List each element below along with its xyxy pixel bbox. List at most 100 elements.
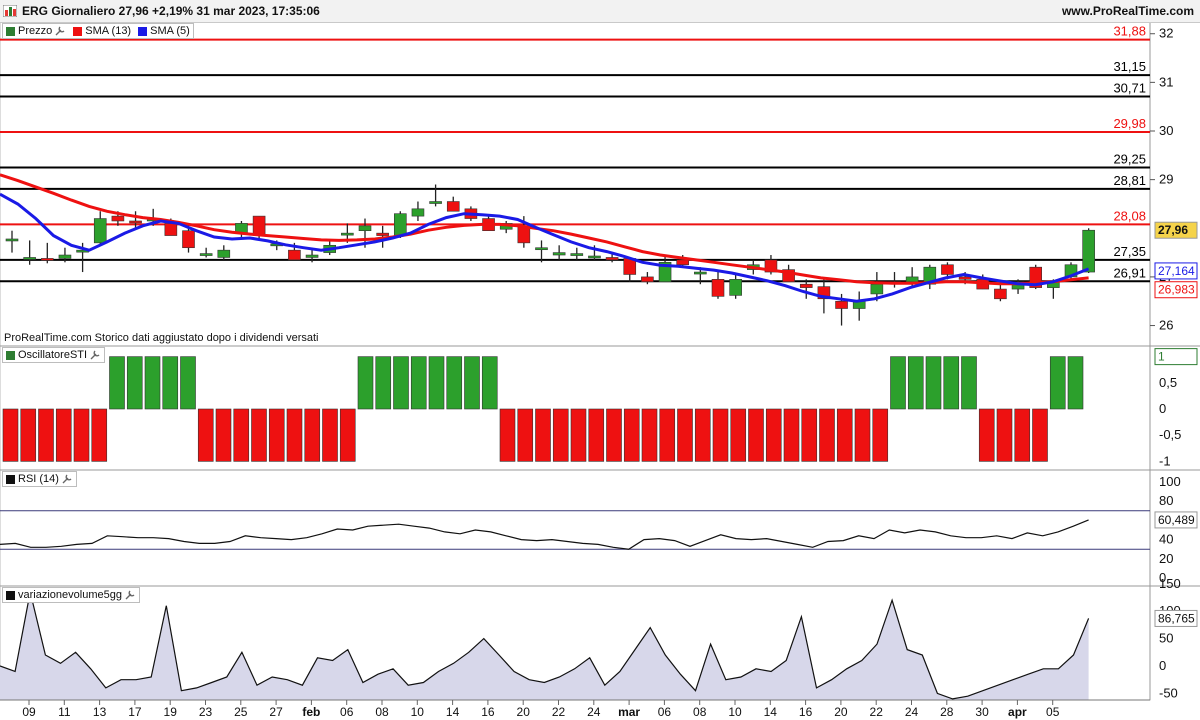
sma5-legend-label: SMA (5) <box>150 25 190 37</box>
x-tick-label: 14 <box>446 705 460 719</box>
candle-body <box>570 253 584 256</box>
volume-legend-swatch <box>6 590 15 600</box>
x-tick-label: 05 <box>1046 705 1060 719</box>
level-label: 26,91 <box>1113 265 1146 280</box>
rsi-legend[interactable]: RSI (14) <box>2 471 77 487</box>
sti-bar <box>322 408 338 462</box>
candle-body <box>376 232 389 236</box>
sti-bar <box>428 356 445 410</box>
candle-body <box>393 213 407 236</box>
y-tick-label: 30 <box>1159 123 1173 138</box>
sti-legend-swatch <box>6 350 15 360</box>
volume-legend[interactable]: variazionevolume5gg <box>2 587 140 603</box>
sti-bar <box>251 408 267 462</box>
candle-body <box>588 255 601 259</box>
sti-tick-label: 0 <box>1159 401 1166 416</box>
sti-bar <box>91 408 108 462</box>
sti-bar <box>978 408 995 462</box>
volume-value-label: 86,765 <box>1158 611 1195 625</box>
level-label: 31,88 <box>1113 24 1146 39</box>
candle-body <box>40 258 54 261</box>
x-tick-label: 17 <box>128 705 142 719</box>
sti-bar <box>499 408 516 462</box>
sti-bar <box>286 408 303 462</box>
candle-body <box>111 215 125 222</box>
candle-body <box>552 252 566 256</box>
y-tick-label: 31 <box>1159 74 1173 89</box>
sti-bar <box>375 356 392 410</box>
sti-bar <box>943 356 960 410</box>
chart-logo-icon <box>3 5 17 17</box>
candle-body <box>799 283 813 288</box>
candle-body <box>994 288 1007 300</box>
sti-bar <box>464 356 480 410</box>
sti-bar <box>109 356 125 410</box>
sti-bar <box>393 356 409 410</box>
chart-title: ERG Giornaliero 27,96 +2,19% 31 mar 2023… <box>22 4 320 18</box>
sma5-legend-swatch <box>138 26 148 36</box>
volume-legend-label: variazionevolume5gg <box>18 589 122 601</box>
x-tick-label: 10 <box>728 705 742 719</box>
sti-bar <box>712 408 729 462</box>
site-link[interactable]: www.ProRealTime.com <box>1062 4 1194 18</box>
sti-bar <box>1014 408 1031 462</box>
wrench-icon[interactable] <box>124 589 136 601</box>
x-tick-label: 28 <box>940 705 954 719</box>
sti-bar <box>2 408 19 462</box>
volume-tick-label: 0 <box>1159 658 1166 673</box>
candle-body <box>835 300 848 309</box>
candle-body <box>694 271 707 275</box>
sti-bar <box>872 408 889 462</box>
candle-body <box>729 279 742 296</box>
sti-bar <box>961 356 977 410</box>
sti-bar <box>38 408 54 462</box>
x-tick-label: feb <box>302 705 320 719</box>
candle-body <box>341 232 354 236</box>
sti-tick-label: -1 <box>1159 453 1171 468</box>
sti-bar <box>197 408 214 462</box>
x-tick-label: 22 <box>870 705 884 719</box>
volume-tick-label: -50 <box>1159 685 1178 700</box>
sti-bar <box>694 408 711 462</box>
sti-bar <box>819 408 835 462</box>
candle-body <box>93 218 107 244</box>
price-legend[interactable]: Prezzo SMA (13) SMA (5) <box>2 23 194 39</box>
wrench-icon[interactable] <box>54 25 66 37</box>
sti-bar <box>304 408 321 462</box>
rsi-tick-label: 100 <box>1159 474 1181 489</box>
candle-body <box>305 254 319 258</box>
sma13-legend-swatch <box>73 26 83 36</box>
sti-bar <box>854 408 871 462</box>
candle-body <box>429 201 442 204</box>
x-tick-label: 19 <box>164 705 178 719</box>
level-label: 28,08 <box>1113 208 1146 223</box>
rsi-value-label: 60,489 <box>1158 513 1195 527</box>
wrench-icon[interactable] <box>61 473 73 485</box>
candle-body <box>23 257 36 260</box>
level-label: 29,25 <box>1113 151 1146 166</box>
level-label: 29,98 <box>1113 116 1146 131</box>
sti-bar <box>801 408 818 462</box>
candle-body <box>958 276 972 280</box>
sti-bar <box>836 408 853 462</box>
sti-bar <box>783 408 800 462</box>
sti-bar <box>180 356 196 410</box>
sti-legend[interactable]: OscillatoreSTI <box>2 347 106 363</box>
top-bar: ERG Giornaliero 27,96 +2,19% 31 mar 2023… <box>0 0 1200 23</box>
sti-bar <box>588 408 605 462</box>
sti-bar <box>55 408 72 462</box>
sti-bar <box>410 356 427 410</box>
sti-bar <box>215 408 232 462</box>
x-tick-label: 16 <box>481 705 495 719</box>
sti-bar <box>623 408 640 462</box>
sti-bar <box>144 356 161 410</box>
candle-body <box>905 276 919 283</box>
wrench-icon[interactable] <box>89 349 101 361</box>
candle-body <box>5 238 19 242</box>
sti-bar <box>606 408 622 462</box>
x-tick-label: 20 <box>517 705 531 719</box>
x-tick-label: 11 <box>58 705 71 719</box>
candle-body <box>605 257 619 261</box>
volume-tick-label: 50 <box>1159 631 1173 646</box>
candle-body <box>58 254 72 259</box>
